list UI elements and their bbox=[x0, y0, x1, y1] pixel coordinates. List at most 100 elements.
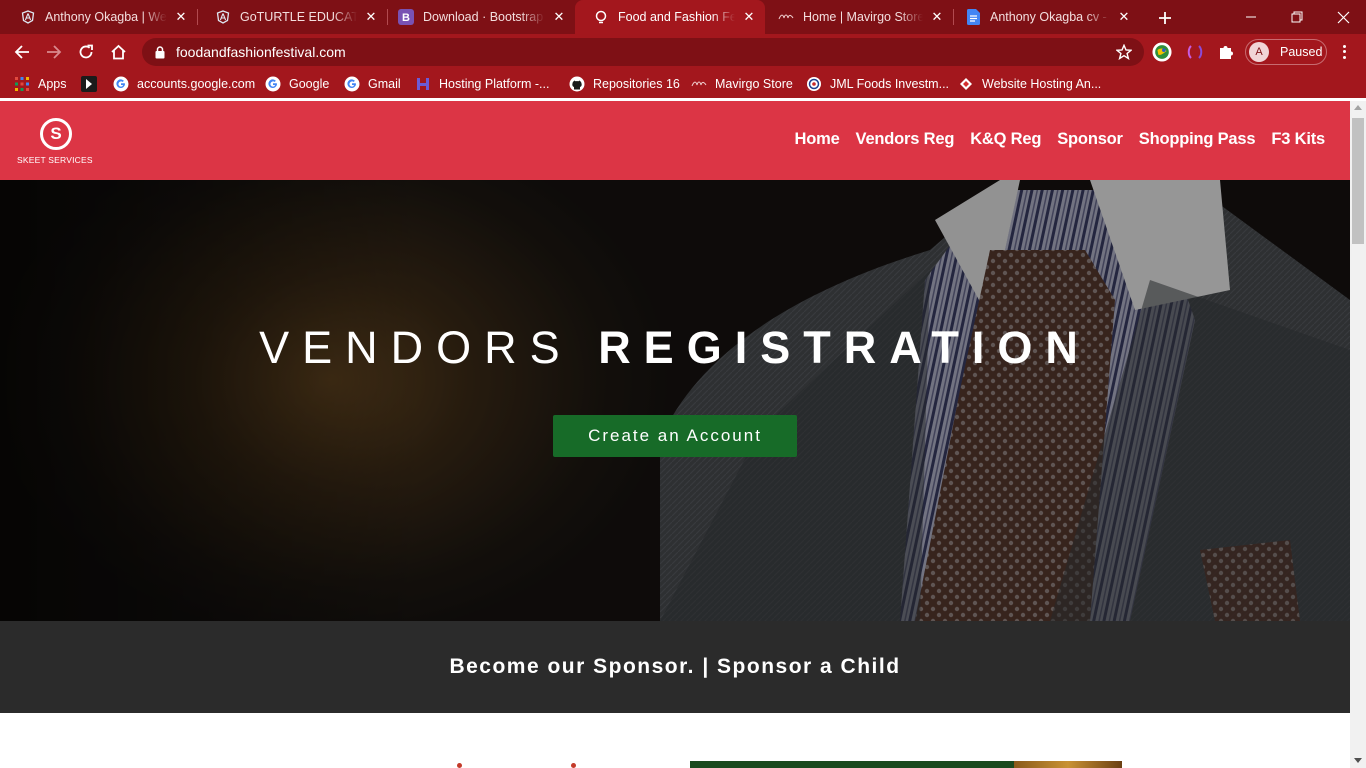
bookmark-repositories[interactable]: Repositories 16 bbox=[569, 76, 680, 92]
mavirgo-icon bbox=[691, 76, 707, 92]
tab-title: Food and Fashion Festi bbox=[618, 10, 735, 24]
tab-close-icon[interactable]: ✕ bbox=[1116, 9, 1132, 25]
hero-title-bold: REGISTRATION bbox=[598, 322, 1091, 373]
tab-close-icon[interactable]: ✕ bbox=[929, 9, 945, 25]
angular-icon bbox=[20, 9, 36, 25]
nav-sponsor[interactable]: Sponsor bbox=[1057, 130, 1123, 149]
content-section bbox=[0, 713, 1350, 768]
nav-home[interactable]: Home bbox=[795, 130, 840, 149]
extensions-puzzle-icon[interactable] bbox=[1216, 42, 1236, 62]
forward-button[interactable] bbox=[41, 39, 67, 65]
reload-icon bbox=[79, 44, 93, 59]
bootstrap-icon: B bbox=[398, 9, 414, 25]
google-docs-icon bbox=[965, 9, 981, 25]
back-button[interactable] bbox=[9, 39, 35, 65]
page-scrollbar[interactable] bbox=[1350, 101, 1366, 768]
scroll-down-icon[interactable] bbox=[1354, 758, 1362, 763]
jml-icon bbox=[806, 76, 822, 92]
tab-mavirgo-store[interactable]: Home | Mavirgo Store ✕ bbox=[760, 0, 953, 34]
bookmark-label: Mavirgo Store bbox=[715, 77, 793, 91]
bookmark-label: Hosting Platform -... bbox=[439, 77, 550, 91]
new-tab-button[interactable] bbox=[1154, 7, 1176, 29]
mavirgo-icon bbox=[778, 9, 794, 25]
bookmark-gmail[interactable]: Gmail bbox=[344, 76, 401, 92]
browser-menu-icon[interactable] bbox=[1336, 42, 1352, 62]
profile-status: Paused bbox=[1280, 45, 1323, 59]
hero-title: VENDORS REGISTRATION bbox=[0, 322, 1350, 374]
reload-button[interactable] bbox=[73, 39, 99, 65]
scrollbar-thumb[interactable] bbox=[1352, 118, 1364, 244]
tab-title: Anthony Okagba | Web bbox=[45, 10, 167, 24]
svg-text:B: B bbox=[402, 12, 410, 24]
nav-f3-kits[interactable]: F3 Kits bbox=[1271, 130, 1325, 149]
tab-title: Home | Mavirgo Store bbox=[803, 10, 923, 24]
nav-shopping-pass[interactable]: Shopping Pass bbox=[1139, 130, 1256, 149]
tab-close-icon[interactable]: ✕ bbox=[173, 9, 189, 25]
restore-button[interactable] bbox=[1274, 0, 1320, 34]
lock-icon bbox=[154, 45, 166, 59]
tab-goturtle[interactable]: GoTURTLE EDUCATION ✕ bbox=[197, 0, 387, 34]
bookmark-label: Repositories 16 bbox=[593, 77, 680, 91]
arrow-right-icon bbox=[47, 45, 62, 59]
bookmark-hosting-platform[interactable]: Hosting Platform -... bbox=[415, 76, 549, 92]
bookmark-google[interactable]: Google bbox=[265, 76, 329, 92]
star-bookmark-icon[interactable] bbox=[1115, 43, 1133, 61]
home-button[interactable] bbox=[105, 39, 131, 65]
apps-grid-icon bbox=[14, 76, 30, 92]
bookmark-label: Website Hosting An... bbox=[982, 77, 1102, 91]
minimize-button[interactable] bbox=[1228, 0, 1274, 34]
url-text: foodandfashionfestival.com bbox=[176, 44, 346, 60]
hero-section: VENDORS REGISTRATION Create an Account bbox=[0, 180, 1350, 621]
google-icon bbox=[265, 76, 281, 92]
main-navigation: Home Vendors Reg K&Q Reg Sponsor Shoppin… bbox=[795, 130, 1326, 149]
tab-close-icon[interactable]: ✕ bbox=[363, 9, 379, 25]
tab-food-and-fashion[interactable]: Food and Fashion Festi ✕ bbox=[575, 0, 765, 34]
tab-bootstrap[interactable]: B Download · Bootstrap v ✕ bbox=[380, 0, 575, 34]
create-account-button[interactable]: Create an Account bbox=[553, 415, 797, 457]
content-image-edge bbox=[571, 763, 576, 768]
hero-title-light: VENDORS bbox=[259, 322, 573, 373]
bookmark-apps[interactable]: Apps bbox=[14, 76, 67, 92]
web-page: S SKEET SERVICES Home Vendors Reg K&Q Re… bbox=[0, 101, 1366, 768]
content-image-edge bbox=[457, 763, 462, 768]
tab-close-icon[interactable]: ✕ bbox=[741, 9, 757, 25]
bookmark-website-hosting[interactable]: Website Hosting An... bbox=[958, 76, 1101, 92]
tab-close-icon[interactable]: ✕ bbox=[551, 9, 567, 25]
bookmark-logo-icon bbox=[81, 76, 97, 92]
bookmark-label: JML Foods Investm... bbox=[830, 77, 950, 91]
tab-anthony-cv[interactable]: Anthony Okagba cv - G ✕ bbox=[947, 0, 1140, 34]
browser-tab-strip: Anthony Okagba | Web ✕ GoTURTLE EDUCATIO… bbox=[0, 0, 1366, 34]
nav-vendors-reg[interactable]: Vendors Reg bbox=[856, 130, 955, 149]
plus-icon bbox=[1159, 12, 1171, 24]
scroll-up-icon[interactable] bbox=[1354, 105, 1362, 110]
google-icon bbox=[113, 76, 129, 92]
bookmark-logo[interactable] bbox=[81, 76, 105, 92]
tab-title: Download · Bootstrap v bbox=[423, 10, 545, 24]
tab-title: Anthony Okagba cv - G bbox=[990, 10, 1110, 24]
site-logo[interactable]: S SKEET SERVICES bbox=[17, 117, 97, 167]
bookmark-label: accounts.google.com bbox=[137, 77, 256, 91]
tab-title: GoTURTLE EDUCATION bbox=[240, 10, 357, 24]
sponsor-banner: Become our Sponsor. | Sponsor a Child bbox=[0, 621, 1350, 713]
address-bar[interactable]: foodandfashionfestival.com bbox=[142, 38, 1144, 66]
close-window-button[interactable] bbox=[1320, 0, 1366, 34]
bookmark-accounts-google[interactable]: accounts.google.com bbox=[113, 76, 255, 92]
site-header: S SKEET SERVICES Home Vendors Reg K&Q Re… bbox=[0, 101, 1350, 180]
extension-globe-icon[interactable] bbox=[1152, 42, 1172, 62]
nav-kq-reg[interactable]: K&Q Reg bbox=[970, 130, 1041, 149]
avatar: A bbox=[1249, 42, 1269, 62]
sponsor-banner-text[interactable]: Become our Sponsor. | Sponsor a Child bbox=[449, 655, 900, 679]
minimize-icon bbox=[1246, 16, 1256, 18]
bookmark-mavirgo-store[interactable]: Mavirgo Store bbox=[691, 76, 793, 92]
site-favicon bbox=[593, 9, 609, 25]
extension-brackets-icon[interactable] bbox=[1185, 42, 1205, 62]
angular-icon bbox=[215, 9, 231, 25]
logo-mark: S bbox=[40, 118, 72, 150]
profile-button[interactable]: A Paused bbox=[1245, 39, 1327, 65]
close-icon bbox=[1337, 11, 1349, 23]
hosting-icon bbox=[415, 76, 431, 92]
browser-toolbar: foodandfashionfestival.com A Paused bbox=[0, 34, 1366, 70]
tab-anthony-okagba[interactable]: Anthony Okagba | Web ✕ bbox=[2, 0, 197, 34]
bookmark-jml-foods[interactable]: JML Foods Investm... bbox=[806, 76, 949, 92]
logo-text: SKEET SERVICES bbox=[17, 155, 93, 165]
